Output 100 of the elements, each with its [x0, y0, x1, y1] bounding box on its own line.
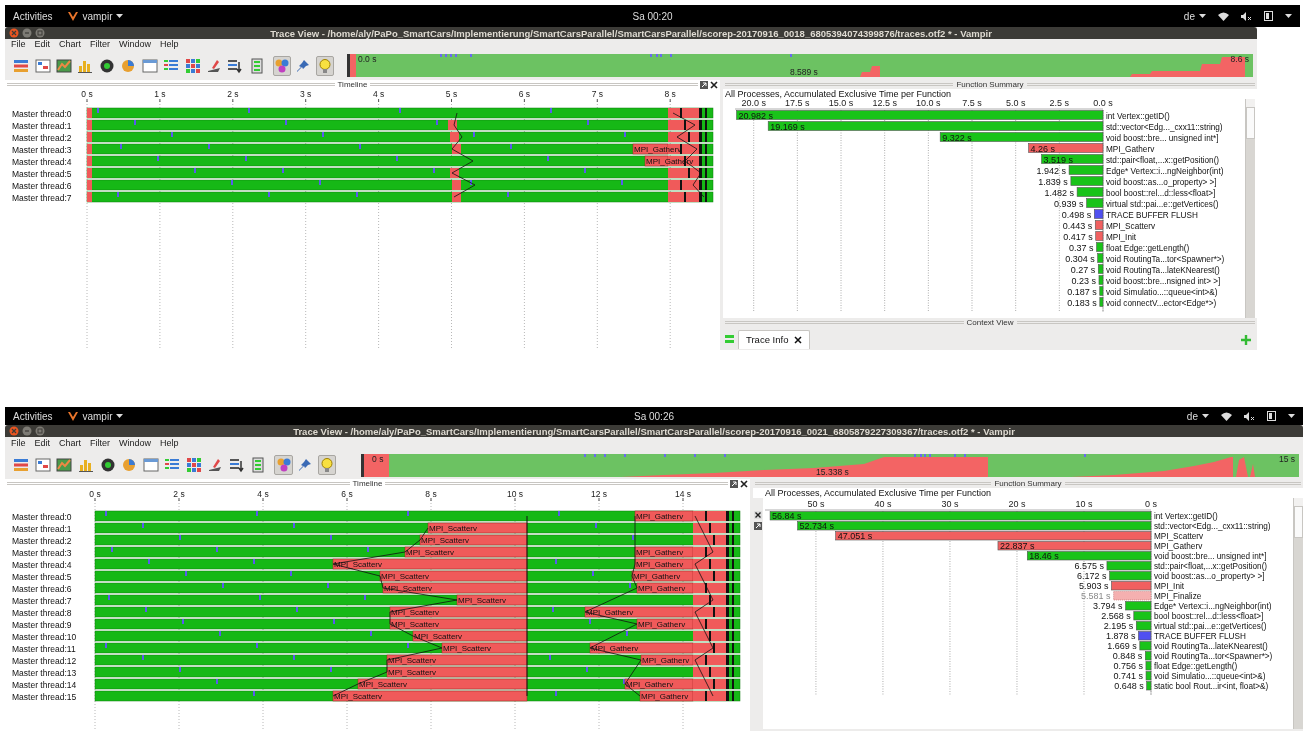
time-tick-label: 4 s: [372, 89, 385, 99]
function-label: MPI_Scatterv: [334, 692, 382, 701]
function-name: std::pair<float,...x::getPosition(): [1106, 155, 1220, 165]
menu-item[interactable]: File: [11, 437, 26, 451]
overview-timeline[interactable]: 0 s 15.338 s 15 s: [361, 453, 1297, 477]
overview-timeline[interactable]: 0.0 s 8.589 s 8.6 s: [347, 54, 1250, 77]
time-tick-label: 1 s: [154, 89, 166, 99]
time-tick-label: 7 s: [591, 89, 603, 99]
thread-label: Master thread:7: [12, 192, 72, 203]
function-name: bool boost::rel...d::less<float>]: [1154, 612, 1264, 621]
value-label: 1.942 s: [1036, 165, 1067, 176]
value-label: 22.837 s: [999, 541, 1035, 551]
menu-item[interactable]: Filter: [90, 437, 111, 451]
thread-label: Master thread:3: [12, 547, 72, 558]
time-tick-label: 4 s: [257, 489, 269, 499]
value-label: 0.756 s: [1113, 661, 1143, 671]
thread-label: Master thread:15: [12, 691, 77, 702]
thread-label: Master thread:2: [12, 535, 72, 546]
menu-item[interactable]: Edit: [34, 38, 51, 52]
menu-item[interactable]: Window: [119, 437, 152, 451]
value-label: 6.575 s: [1074, 561, 1104, 571]
value-label: 0.27 s: [1070, 264, 1096, 275]
toolbar-button[interactable]: [55, 455, 74, 475]
counter-chart-icon: [56, 457, 73, 473]
function-name: TRACE BUFFER FLUSH: [1106, 210, 1198, 220]
thread-label: Master thread:14: [12, 679, 77, 690]
vertical-scrollbar[interactable]: [1245, 99, 1255, 318]
thread-label: Master thread:8: [12, 607, 72, 618]
function-bar[interactable]: [797, 521, 1152, 531]
function-name: int Vertex::getID(): [1154, 512, 1218, 521]
function-name: MPI_Init: [1106, 232, 1137, 242]
activities-button[interactable]: Activities: [13, 408, 53, 424]
logo-icon: [68, 11, 79, 21]
function-label: MPI_Gatherv: [634, 145, 682, 154]
function-bar[interactable]: [1028, 143, 1104, 153]
list-arrow-icon: [227, 57, 244, 74]
function-bar[interactable]: [939, 132, 1104, 142]
thread-label: Master thread:7: [12, 595, 72, 606]
menu-item[interactable]: Filter: [90, 38, 111, 52]
menu-item[interactable]: Chart: [59, 38, 82, 52]
value-label: 5.581 s: [1081, 591, 1111, 601]
function-bar[interactable]: [1138, 631, 1152, 641]
window-title: Trace View - /home/aly/PaPo_SmartCars/Implementierung/SmartCarsParallel/SmartCarsParallel/scorep-20170916_0021_6805879227309367/traces.otf2 * - Vampir: [293, 425, 1015, 437]
timeline-chart-icon: [13, 57, 30, 74]
function-name: MPI_Gatherv: [1154, 542, 1203, 551]
function-bar[interactable]: [1041, 154, 1104, 164]
function-label: MPI_Scatterv: [421, 536, 469, 545]
function-name: virtual std::pai...e::getVertices(): [1106, 199, 1219, 209]
panel-title: Timeline: [336, 80, 369, 89]
time-label: 0.0 s: [358, 54, 377, 64]
menu-item[interactable]: File: [11, 38, 26, 52]
axis-tick-label: 0.0 s: [1093, 99, 1113, 108]
axis-tick-label: 40 s: [874, 499, 892, 509]
function-label: MPI_Gatherv: [638, 620, 686, 629]
thread-label: Master thread:12: [12, 655, 77, 666]
context-tab[interactable]: Trace Info: [738, 330, 811, 349]
function-bar[interactable]: [1094, 220, 1104, 230]
function-name: void boost::bre... unsigned int*]: [1154, 552, 1267, 561]
menu-item[interactable]: Help: [160, 38, 179, 52]
close-icon: [710, 80, 718, 89]
function-label: MPI_Gatherv: [641, 692, 689, 701]
function-name: bool boost::rel...d::less<float>]: [1106, 188, 1216, 198]
time-tick-label: 0 s: [89, 489, 101, 499]
group-icon: [275, 457, 292, 473]
value-label: 5.903 s: [1078, 581, 1109, 591]
activities-button[interactable]: Activities: [13, 8, 53, 24]
menu-item[interactable]: Chart: [59, 437, 82, 451]
function-name: std::vector<Edg..._cxx11::string): [1154, 522, 1271, 531]
list-arrow-icon: [228, 457, 245, 473]
function-label: MPI_Scatterv: [414, 632, 462, 641]
logo-icon: [68, 411, 79, 421]
vertical-scrollbar[interactable]: [1293, 498, 1303, 729]
caret-icon: [1199, 14, 1206, 18]
time-label: 15 s: [1279, 453, 1296, 464]
value-label: 56.84 s: [772, 511, 802, 521]
lightbulb-icon: [318, 457, 335, 473]
pie-chart-icon: [121, 457, 138, 473]
language-menu[interactable]: de: [1186, 408, 1209, 424]
caret-icon: [1288, 414, 1295, 418]
value-label: 0.443 s: [1062, 220, 1093, 231]
function-label: MPI_Scatterv: [443, 644, 491, 653]
function-bar[interactable]: [1027, 551, 1152, 561]
language-menu[interactable]: de: [1183, 8, 1206, 24]
panel-title: Timeline: [351, 479, 384, 488]
app-menu[interactable]: vampir: [68, 8, 124, 24]
wifi-icon: [1221, 411, 1232, 421]
value-label: 1.839 s: [1038, 176, 1068, 187]
muted-speaker-icon: [1241, 11, 1252, 21]
value-label: 0.498 s: [1061, 209, 1092, 220]
function-label: MPI_Gatherv: [633, 572, 681, 581]
function-bar[interactable]: [835, 531, 1152, 541]
function-bar[interactable]: [997, 541, 1152, 551]
time-tick-label: 0 s: [81, 89, 93, 99]
clock: Sa 00:20: [631, 9, 674, 24]
menu-item[interactable]: Help: [160, 437, 179, 451]
panel-title: Context View: [965, 318, 1015, 327]
menu-item[interactable]: Edit: [34, 437, 51, 451]
app-menu[interactable]: vampir: [68, 408, 124, 424]
menu-item[interactable]: Window: [119, 38, 152, 52]
thread-label: Master thread:1: [12, 523, 72, 534]
